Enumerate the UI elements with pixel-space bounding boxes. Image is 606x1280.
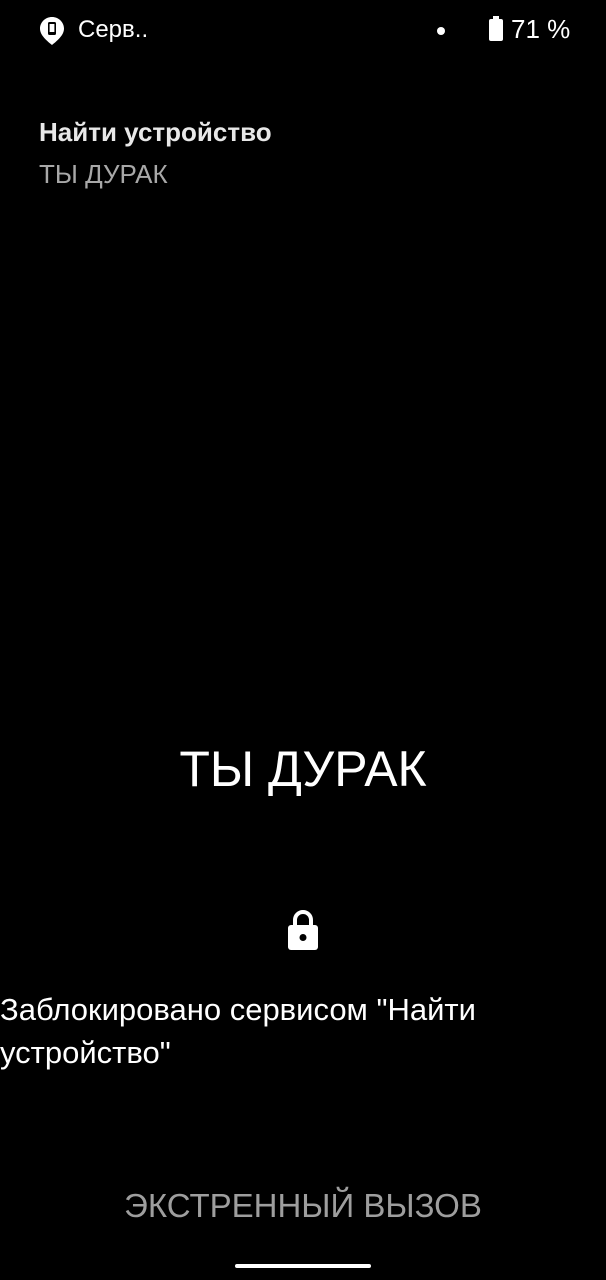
status-bar: Серв.. 71 %: [0, 0, 606, 62]
lockscreen-message: ТЫ ДУРАК: [179, 741, 427, 797]
notification-title: Найти устройство: [39, 117, 272, 147]
find-device-icon: [39, 16, 65, 46]
battery-icon: [488, 16, 504, 42]
battery-percent: 71 %: [511, 14, 571, 44]
navigation-handle[interactable]: [235, 1264, 371, 1268]
carrier-name: Серв..: [78, 16, 149, 43]
notification-dot: [437, 27, 445, 35]
emergency-call-button[interactable]: ЭКСТРЕННЫЙ ВЫЗОВ: [103, 1176, 503, 1236]
lock-icon: [287, 909, 319, 951]
notification-subtitle: ТЫ ДУРАК: [39, 159, 168, 189]
locked-by-message: Заблокировано сервисом "Найти устройство…: [0, 992, 476, 1070]
